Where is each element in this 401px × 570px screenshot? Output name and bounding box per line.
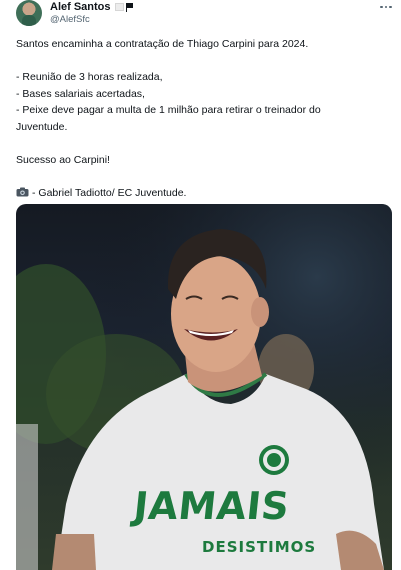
author-handle[interactable]: @AlefSfc xyxy=(50,14,90,25)
flag-icon xyxy=(114,2,133,12)
tweet-line: - Reunião de 3 horas realizada, xyxy=(16,71,163,83)
author-name-row: Alef Santos xyxy=(50,0,133,14)
tweet-text: Santos encaminha a contratação de Thiago… xyxy=(16,36,388,201)
tweet-photo[interactable]: JAMAIS DESISTIMOS xyxy=(16,204,392,570)
photo-credit-text: - Gabriel Tadiotto/ EC Juventude. xyxy=(32,186,187,199)
tweet-line: Santos encaminha a contratação de Thiago… xyxy=(16,38,309,50)
tweet-line: Juventude. xyxy=(16,120,68,133)
more-options-icon[interactable] xyxy=(378,1,394,13)
tweet-line: - Peixe deve pagar a multa de 1 milhão p… xyxy=(16,104,321,116)
photo-credit: - Gabriel Tadiotto/ EC Juventude. xyxy=(16,185,388,202)
tweet-line: - Bases salariais acertadas, xyxy=(16,87,145,100)
author-display-name[interactable]: Alef Santos xyxy=(50,1,111,13)
camera-icon xyxy=(16,186,29,196)
tweet-line: Sucesso ao Carpini! xyxy=(16,153,110,166)
jersey-text-main: JAMAIS xyxy=(131,484,292,528)
tweet-header: Alef Santos @AlefSfc xyxy=(0,0,401,32)
jersey-text-sub: DESISTIMOS xyxy=(202,538,317,556)
avatar[interactable] xyxy=(16,0,42,26)
